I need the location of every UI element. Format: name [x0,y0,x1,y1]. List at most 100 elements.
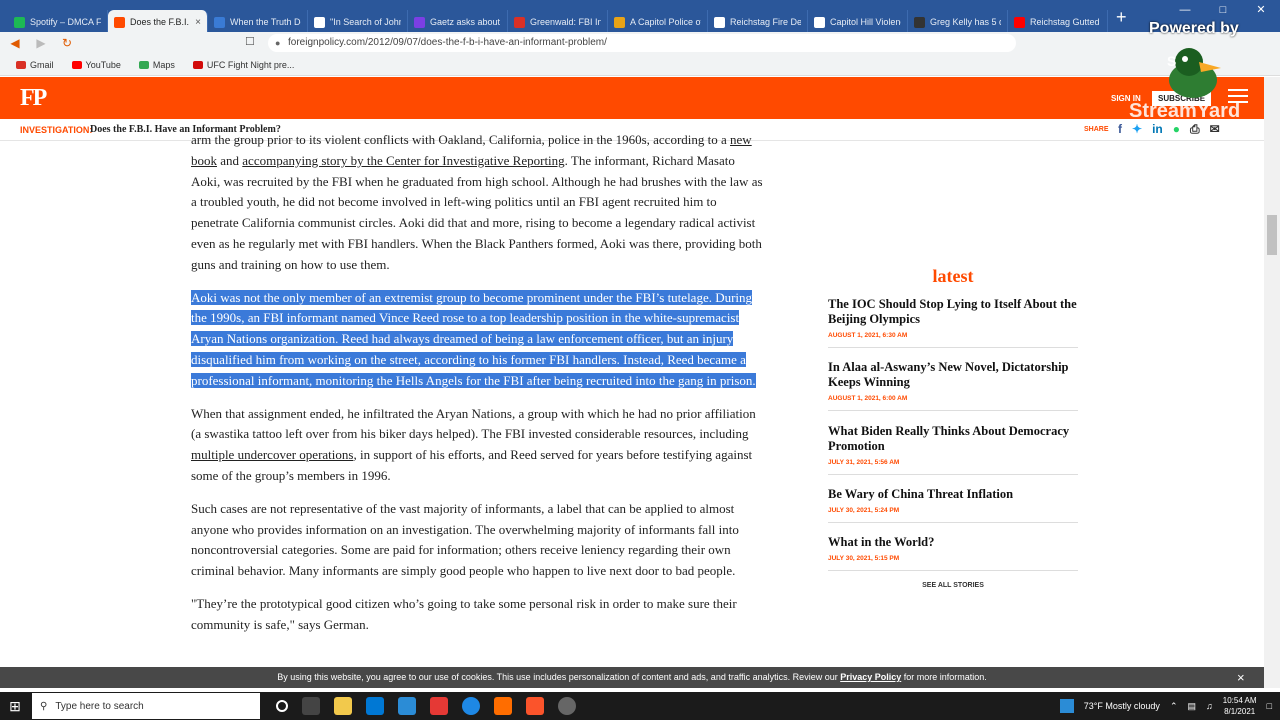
story-date: AUGUST 1, 2021, 6:30 AM [828,332,908,339]
bookmark-favicon-icon [138,60,149,69]
article-paragraph-highlighted: Aoki was not the only member of an extre… [191,289,756,388]
story-date: AUGUST 1, 2021, 6:00 AM [828,395,908,402]
story-title[interactable]: What in the World? [828,535,1078,550]
bookmark-item[interactable]: UFC Fight Night pre... [192,60,294,70]
browser-tab[interactable]: Reichstag Gutted By [1008,10,1108,34]
tab-favicon-icon [414,16,425,28]
notification-icon[interactable]: □ [1267,701,1272,711]
reload-icon[interactable]: ↻ [56,36,78,50]
latest-story-item[interactable]: The IOC Should Stop Lying to Itself Abou… [828,297,1078,348]
bookmark-item[interactable]: Gmail [16,60,54,70]
new-tab-button[interactable]: + [1116,7,1127,28]
tray-chevron-icon[interactable]: ⌃ [1170,701,1178,712]
tab-favicon-icon [514,16,525,28]
browser-tab-bar: Spotify – DMCA Fr Does the F.B.I. H × When … [0,0,1280,34]
address-bar: ◀ ▶ ↻ ☐ ● foreignpolicy.com/2012/09/07/d… [0,32,1280,54]
latest-story-item[interactable]: What Biden Really Thinks About Democracy… [828,424,1078,475]
latest-story-item[interactable]: Be Wary of China Threat Inflation JULY 30… [828,487,1078,523]
bookmarks-bar: Gmail YouTube Maps UFC Fight Night pre... [0,54,1280,76]
close-icon[interactable]: ✕ [1242,0,1280,20]
system-tray: 73°F Mostly cloudy ⌃ ▤ ♫ 10:54 AM 8/1/20… [1059,692,1280,720]
tab-title: Reichstag Fire Decre [730,17,801,27]
story-title[interactable]: The IOC Should Stop Lying to Itself Abou… [828,297,1078,327]
bookmark-item[interactable]: Maps [138,60,175,70]
scrollbar-thumb[interactable] [1267,215,1277,255]
taskbar-search-input[interactable]: ⚲ Type here to search [32,693,260,719]
tab-favicon-icon [614,16,625,28]
taskbar-clock[interactable]: 10:54 AM 8/1/2021 [1223,695,1257,717]
article-paragraph: Such cases are not representative of the… [191,500,739,579]
windows-taskbar: ⊞ ⚲ Type here to search 73°F Mostly clou… [0,692,1280,720]
task-view-icon[interactable] [302,697,320,715]
undercover-ops-link[interactable]: multiple undercover operations [191,447,353,462]
browser-tab[interactable]: A Capitol Police off [608,10,708,34]
edge-icon[interactable] [462,697,480,715]
tab-title: When the Truth Do [230,17,301,27]
bookmark-icon[interactable]: ☐ [245,35,255,48]
brave-icon[interactable] [526,697,544,715]
tab-favicon-icon [314,16,325,28]
story-title[interactable]: In Alaa al-Aswany’s New Novel, Dictators… [828,360,1078,390]
article-body: arm the group prior to its violent confl… [191,130,763,648]
tray-app-icon[interactable] [1059,699,1074,713]
tab-close-icon[interactable]: × [195,17,201,28]
duck-logo-icon: S [1167,48,1221,98]
weather-text[interactable]: 73°F Mostly cloudy [1084,701,1160,711]
volume-icon[interactable]: ♫ [1206,701,1213,711]
tab-title: "In Search of John S [330,17,401,27]
tab-favicon-icon [1014,16,1025,28]
network-icon[interactable]: ▤ [1187,701,1196,712]
tab-title: Does the F.B.I. H [130,17,190,27]
cortana-icon[interactable] [276,700,288,712]
maximize-icon[interactable]: □ [1204,0,1242,20]
tab-favicon-icon [14,16,25,28]
latest-story-item[interactable]: In Alaa al-Aswany’s New Novel, Dictators… [828,360,1078,411]
browser-tab[interactable]: Reichstag Fire Decre [708,10,808,34]
tab-title: Spotify – DMCA Fr [30,17,101,27]
section-label: INVESTIGATION: [20,125,93,135]
cir-story-link[interactable]: accompanying story by the Center for Inv… [242,153,564,168]
app-l-icon[interactable] [398,697,416,715]
back-icon[interactable]: ◀ [4,36,26,50]
story-title[interactable]: What Biden Really Thinks About Democracy… [828,424,1078,454]
cookie-close-icon[interactable]: × [1237,667,1245,688]
privacy-policy-link[interactable]: Privacy Policy [840,672,901,682]
tab-title: Gaetz asks about ro [430,17,501,27]
article-paragraph: When that assignment ended, he infiltrat… [191,405,756,483]
latest-story-item[interactable]: What in the World? JULY 30, 2021, 5:15 PM [828,535,1078,571]
story-title[interactable]: Be Wary of China Threat Inflation [828,487,1078,502]
office-icon[interactable] [494,697,512,715]
tab-favicon-icon [914,16,925,28]
article-paragraph: arm the group prior to its violent confl… [191,132,763,272]
site-header: FP SIGN IN SUBSCRIBE [0,77,1264,119]
facebook-icon[interactable]: f [1118,122,1122,137]
tab-favicon-icon [714,16,725,28]
browser-tab[interactable]: Does the F.B.I. H × [108,10,208,34]
page-scrollbar[interactable] [1264,77,1280,688]
story-date: JULY 31, 2021, 5:56 AM [828,459,900,466]
forward-icon[interactable]: ▶ [30,36,52,50]
windows-start-icon[interactable]: ⊞ [0,698,30,715]
taskbar-apps [276,697,576,715]
browser-tab[interactable]: "In Search of John S [308,10,408,34]
browser-tab[interactable]: Spotify – DMCA Fr [8,10,108,34]
mail-icon[interactable] [366,697,384,715]
settings-gear-icon[interactable] [558,697,576,715]
story-date: JULY 30, 2021, 5:15 PM [828,555,900,562]
tab-title: Reichstag Gutted By [1030,17,1101,27]
url-input[interactable]: ● foreignpolicy.com/2012/09/07/does-the-… [268,34,1016,52]
browser-tab[interactable]: Capitol Hill Violenc [808,10,908,34]
file-explorer-icon[interactable] [334,697,352,715]
minimize-icon[interactable]: — [1166,0,1204,20]
browser-tab[interactable]: Greg Kelly has 5 qui [908,10,1008,34]
bookmark-item[interactable]: YouTube [71,60,121,70]
browser-tab[interactable]: When the Truth Do [208,10,308,34]
tab-strip: Spotify – DMCA Fr Does the F.B.I. H × When … [0,4,1108,34]
browser-tab[interactable]: Gaetz asks about ro [408,10,508,34]
bookmark-favicon-icon [71,60,82,69]
shield-app-icon[interactable] [430,697,448,715]
browser-tab[interactable]: Greenwald: FBI Inve [508,10,608,34]
see-all-stories-link[interactable]: SEE ALL STORIES [828,582,1078,589]
latest-heading: latest [932,266,974,286]
site-logo[interactable]: FP [20,85,47,112]
